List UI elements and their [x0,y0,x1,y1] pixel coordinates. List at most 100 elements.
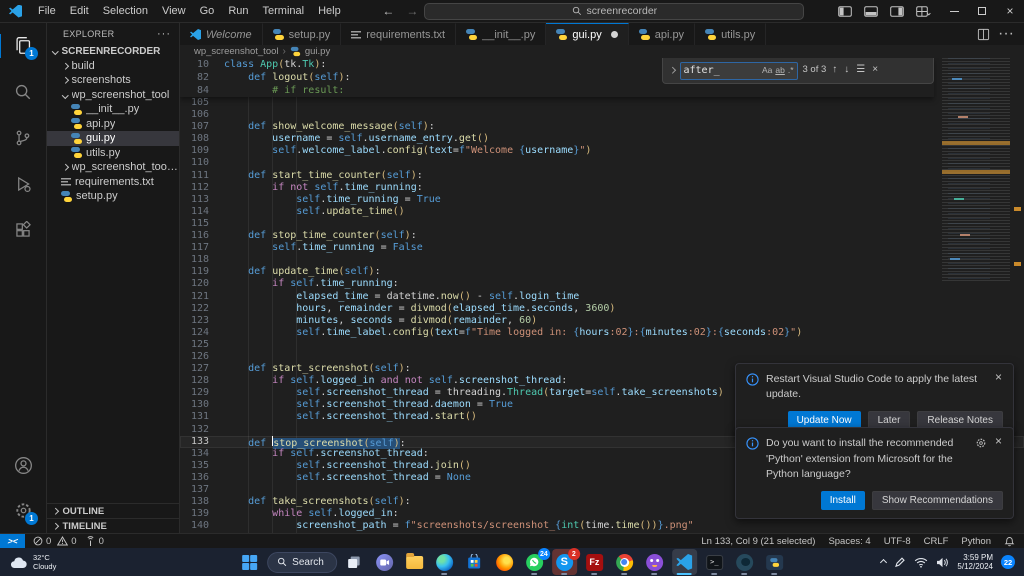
explorer-item-screenrecorder[interactable]: SCREENRECORDER [47,44,179,59]
code-line-116[interactable]: 116 def stop_time_counter(self): [180,230,1024,242]
split-editor-icon[interactable] [977,28,990,41]
python-app-icon[interactable] [762,549,787,575]
menu-terminal[interactable]: Terminal [256,2,312,20]
tab-setup-py[interactable]: setup.py [262,23,342,45]
taskbar-search[interactable]: Search [267,551,337,573]
customize-layout-icon[interactable] [911,3,936,20]
maximize-button[interactable] [968,0,996,23]
ports-status[interactable]: 0 [85,536,104,547]
menu-go[interactable]: Go [193,2,222,20]
explorer-activity-icon[interactable]: 1 [0,29,40,62]
account-icon[interactable] [6,449,40,482]
code-line-126[interactable]: 126 [180,351,1024,363]
code-line-119[interactable]: 119 def update_time(self): [180,266,1024,278]
minimize-button[interactable] [940,0,968,23]
file-explorer-icon[interactable] [402,549,427,575]
status-item-python[interactable]: Python [961,536,991,547]
menu-view[interactable]: View [155,2,193,20]
status-item-ln-133-col-9-21-selected[interactable]: Ln 133, Col 9 (21 selected) [701,536,815,547]
menu-file[interactable]: File [31,2,63,20]
find-input[interactable] [683,65,759,76]
start-button[interactable] [237,549,262,575]
filezilla-icon[interactable]: Fz [582,549,607,575]
remote-indicator[interactable]: >< [0,534,25,548]
notification-count-badge[interactable]: 22 [1001,555,1015,569]
chrome-icon[interactable] [612,549,637,575]
explorer-item-wp-screenshot-tool-egg-info[interactable]: wp_screenshot_tool.egg-info [47,160,179,175]
purple-chat-app-icon[interactable] [642,549,667,575]
menu-selection[interactable]: Selection [96,2,155,20]
modified-dot-icon[interactable] [610,31,618,38]
code-line-112[interactable]: 112 if not self.time_running: [180,182,1024,194]
pen-icon[interactable] [894,556,906,568]
menu-run[interactable]: Run [221,2,255,20]
find-in-selection-icon[interactable]: ☰ [855,64,866,76]
vscode-taskbar-icon[interactable] [671,549,697,575]
code-line-118[interactable]: 118 [180,254,1024,266]
explorer-item-requirements-txt[interactable]: requirements.txt [47,175,179,190]
code-line-109[interactable]: 109 self.welcome_label.config(text=f"Wel… [180,145,1024,157]
status-item-spaces[interactable]: Spaces: 4 [828,536,870,547]
explorer-item-utils-py[interactable]: utils.py [47,146,179,161]
code-line-125[interactable]: 125 [180,339,1024,351]
code-line-121[interactable]: 121 elapsed_time = datetime.now() - self… [180,291,1024,303]
code-line-122[interactable]: 122 hours, remainder = divmod(elapsed_ti… [180,303,1024,315]
tab-utils-py[interactable]: utils.py [695,23,767,45]
explorer-item-init-py[interactable]: __init__.py [47,102,179,117]
code-line-114[interactable]: 114 self.update_time() [180,206,1024,218]
command-center-search[interactable]: screenrecorder [424,2,805,20]
code-line-140[interactable]: 140 screenshot_path = f"screenshots/scre… [180,520,1024,532]
code-line-106[interactable]: 106 [180,109,1024,121]
regex-icon[interactable]: .* [788,64,794,76]
toggle-secondary-sidebar-icon[interactable] [885,3,909,20]
store-icon[interactable] [462,549,487,575]
section-outline[interactable]: OUTLINE [47,503,179,518]
tab-init-py[interactable]: __init__.py [456,23,547,45]
forward-arrow-icon[interactable]: → [400,4,424,18]
tab-gui-py[interactable]: gui.py [546,23,629,45]
search-activity-icon[interactable] [6,75,40,108]
explorer-item-build[interactable]: build [47,59,179,74]
minimap[interactable] [942,58,1010,282]
run-debug-activity-icon[interactable] [6,167,40,200]
skype-icon[interactable]: S 2 [551,548,580,575]
code-line-84[interactable]: 84 # if result: [180,84,934,97]
terminal-icon[interactable]: >_ [702,549,727,575]
tab-requirements-txt[interactable]: requirements.txt [341,23,457,45]
breadcrumb-folder[interactable]: wp_screenshot_tool [194,46,279,57]
code-line-110[interactable]: 110 [180,157,1024,169]
code-editor[interactable]: 105 106 107 def show_welcome_message(self)… [180,58,1024,533]
status-item-utf-8[interactable]: UTF-8 [884,536,911,547]
notification-close-icon[interactable]: × [994,435,1003,447]
wifi-icon[interactable] [914,557,928,568]
whatsapp-icon[interactable]: 24 [522,548,550,575]
find-toggle-replace-icon[interactable] [669,67,676,74]
firefox-icon[interactable] [492,549,517,575]
code-line-120[interactable]: 120 if self.time_running: [180,278,1024,290]
tray-chevron-up-icon[interactable] [880,558,888,566]
notification-settings-gear-icon[interactable] [975,437,987,449]
chat-app-icon[interactable] [372,549,397,575]
task-view-button[interactable] [342,549,367,575]
find-close-icon[interactable]: × [871,64,879,76]
code-line-113[interactable]: 113 self.time_running = True [180,194,1024,206]
menu-help[interactable]: Help [311,2,348,20]
back-arrow-icon[interactable]: ← [376,4,400,18]
explorer-item-screenshots[interactable]: screenshots [47,73,179,88]
volume-icon[interactable] [936,557,949,568]
breadcrumb[interactable]: wp_screenshot_tool › gui.py [180,45,1024,58]
find-next-icon[interactable]: ↓ [843,64,850,76]
code-line-123[interactable]: 123 minutes, seconds = divmod(remainder,… [180,315,1024,327]
code-line-115[interactable]: 115 [180,218,1024,230]
toggle-sidebar-icon[interactable] [833,3,857,20]
tab-welcome[interactable]: Welcome [180,23,263,45]
sidebar-actions-icon[interactable]: ··· [157,28,171,40]
code-line-107[interactable]: 107 def show_welcome_message(self): [180,121,1024,133]
close-window-button[interactable]: × [996,0,1024,23]
show-recommendations-button[interactable]: Show Recommendations [871,491,1003,510]
toggle-panel-icon[interactable] [859,3,883,20]
match-case-icon[interactable]: Aa [762,64,772,76]
code-line-111[interactable]: 111 def start_time_counter(self): [180,170,1024,182]
dark-app-icon[interactable] [732,549,757,575]
settings-gear-icon[interactable]: 1 [6,494,40,527]
